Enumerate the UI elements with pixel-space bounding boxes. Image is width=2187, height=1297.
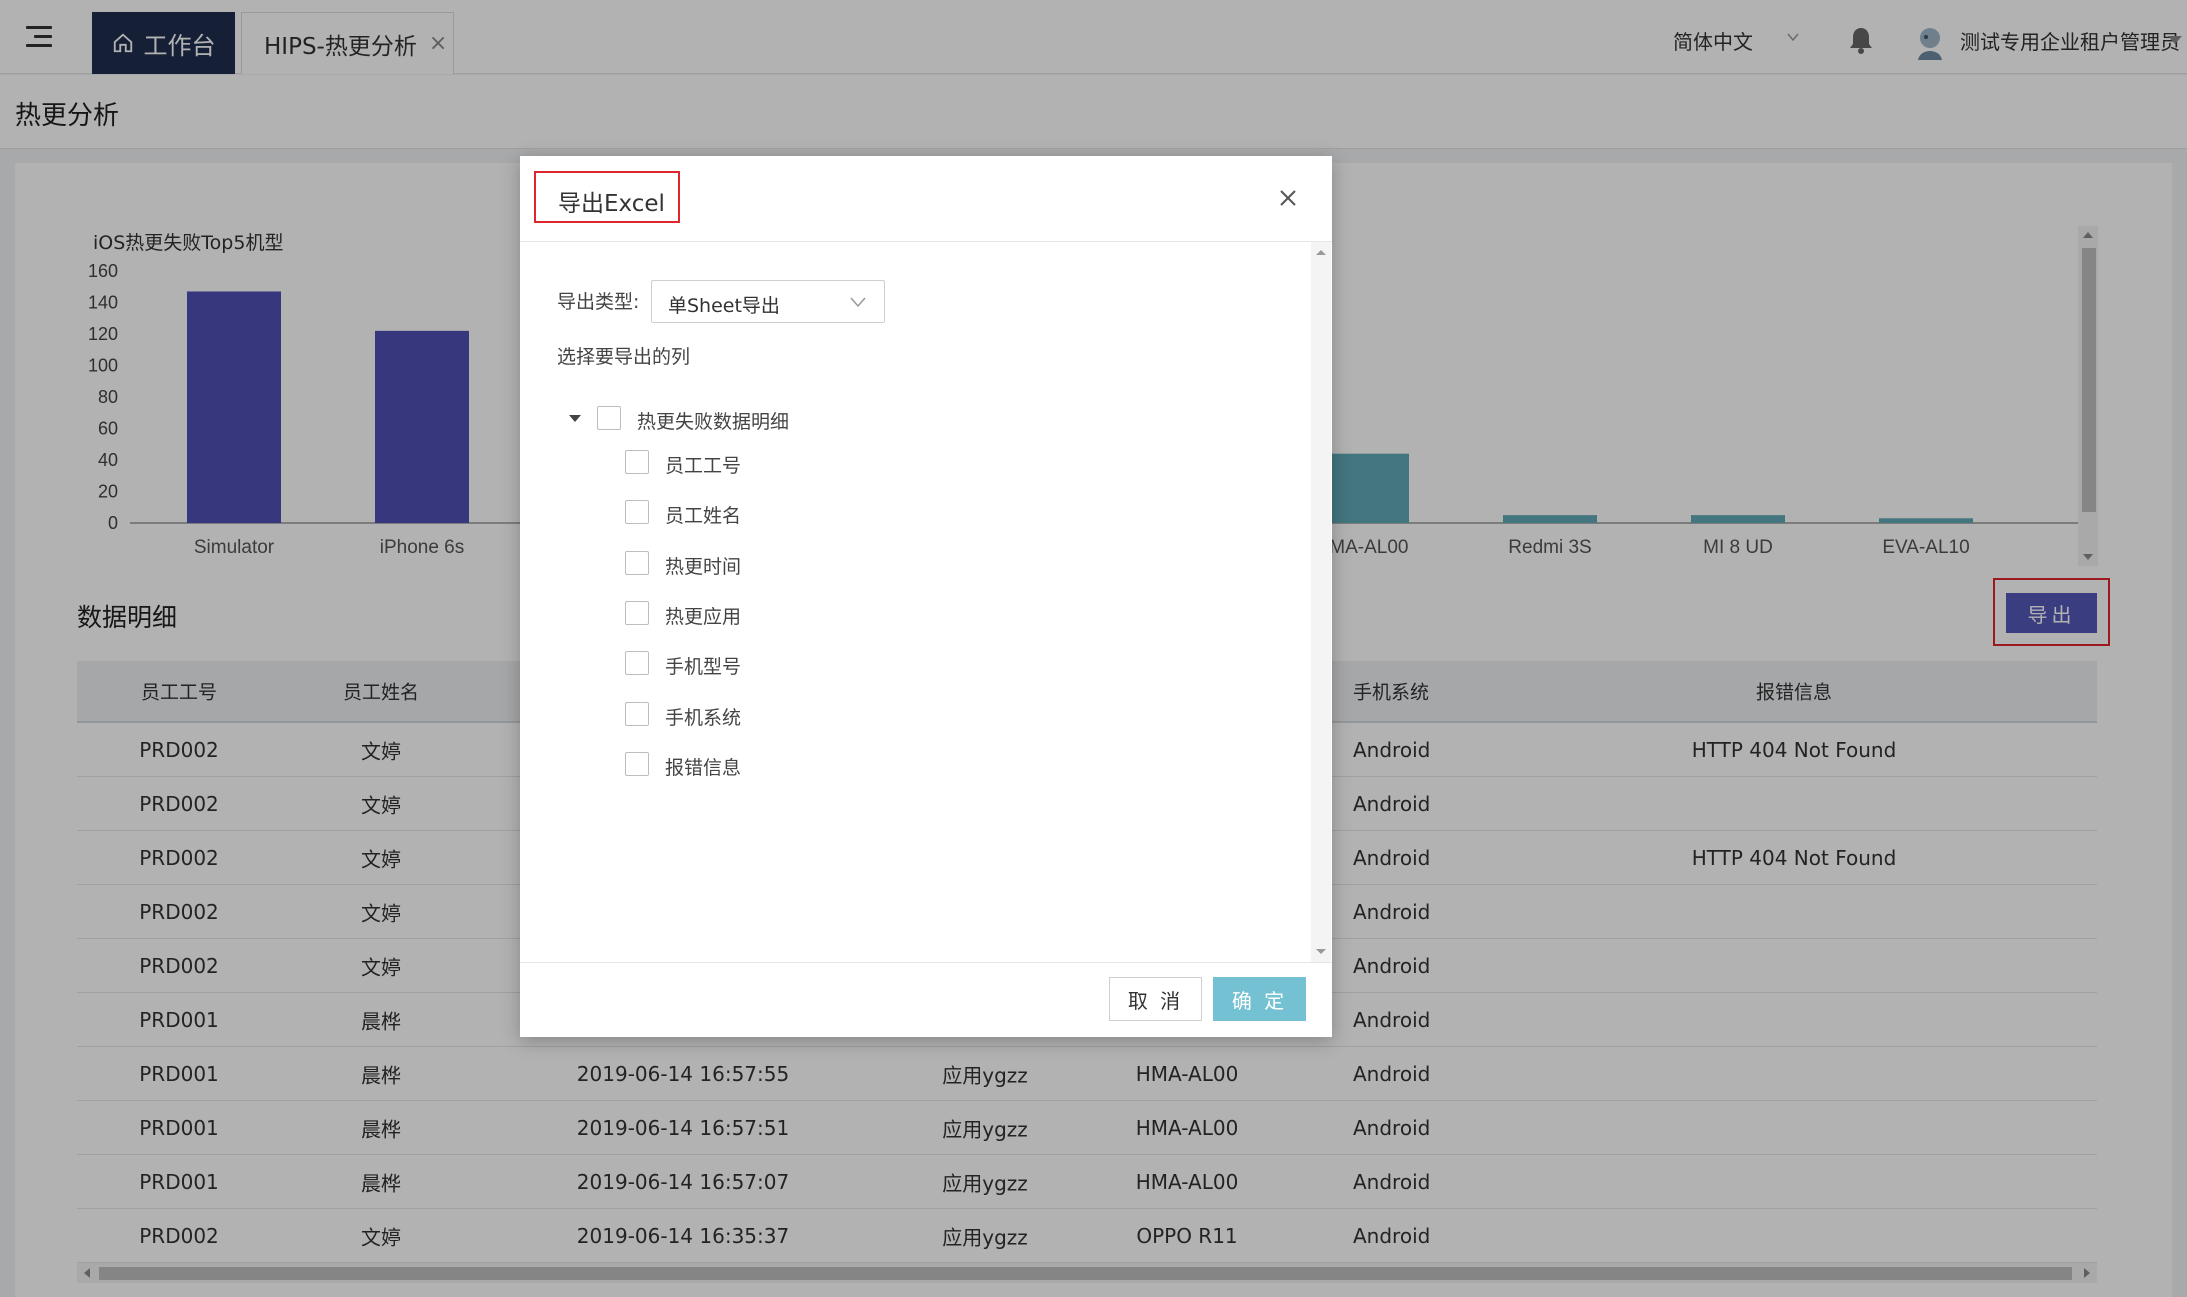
- column-option-label: 手机型号: [665, 656, 742, 679]
- column-option-label: 热更应用: [665, 605, 742, 628]
- cancel-button[interactable]: 取 消: [1109, 977, 1202, 1021]
- column-option-label: 手机系统: [665, 706, 742, 729]
- tree-root-label: 热更失败数据明细: [637, 411, 790, 433]
- confirm-button[interactable]: 确 定: [1213, 977, 1306, 1021]
- chevron-down-icon: [850, 297, 866, 308]
- scroll-up-icon[interactable]: [1316, 250, 1326, 255]
- checkbox-root[interactable]: [597, 406, 621, 430]
- dialog-scrollbar[interactable]: [1311, 242, 1331, 962]
- checkbox-column[interactable]: [625, 651, 649, 676]
- scroll-down-icon[interactable]: [1316, 949, 1326, 954]
- export-type-value: 单Sheet导出: [668, 295, 780, 317]
- export-type-label: 导出类型:: [557, 291, 640, 313]
- checkbox-column[interactable]: [625, 450, 649, 474]
- checkbox-column[interactable]: [625, 500, 649, 525]
- checkbox-column[interactable]: [625, 701, 649, 726]
- export-excel-dialog: 导出Excel 导出类型: 单Sheet导出 选择要导出的列 热更失败数据明细员…: [520, 156, 1332, 1037]
- column-option-label: 报错信息: [665, 756, 742, 779]
- dialog-title: 导出Excel: [558, 191, 665, 217]
- column-option-label: 热更时间: [665, 555, 742, 578]
- export-type-select[interactable]: 单Sheet导出: [651, 280, 885, 323]
- dialog-footer: [520, 962, 1332, 1037]
- column-option-label: 员工姓名: [665, 505, 742, 528]
- close-icon[interactable]: [1276, 186, 1300, 210]
- checkbox-column[interactable]: [625, 751, 649, 776]
- checkbox-column[interactable]: [625, 550, 649, 575]
- tree-expand-icon[interactable]: [569, 415, 581, 422]
- checkbox-column[interactable]: [625, 600, 649, 625]
- column-option-label: 员工工号: [665, 455, 742, 477]
- select-columns-label: 选择要导出的列: [557, 346, 691, 368]
